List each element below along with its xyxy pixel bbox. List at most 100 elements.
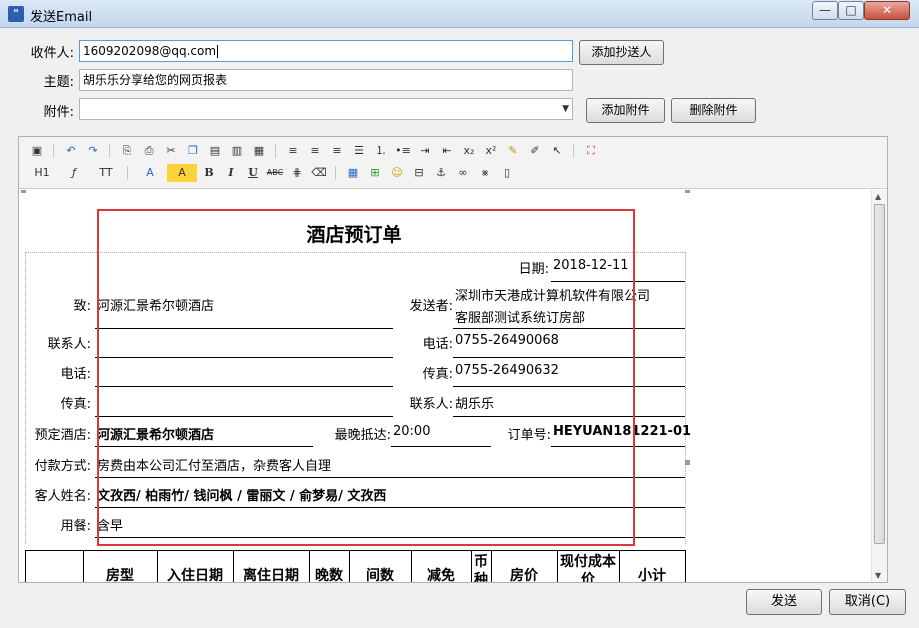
phone-label: 电话:: [60, 367, 91, 382]
to-input-value: 1609202098@qq.com: [83, 44, 217, 58]
title-bar: " 发送Email — □ ✕: [0, 0, 919, 28]
link-icon[interactable]: ∞: [453, 164, 473, 182]
cancel-button[interactable]: 取消(C): [829, 589, 906, 615]
remove-attachment-button[interactable]: 删除附件: [671, 98, 756, 123]
ordered-list-icon[interactable]: ⒈: [371, 142, 391, 160]
strikethrough-button[interactable]: ABC: [265, 164, 285, 182]
table-header-cell: 现付成本价: [560, 554, 616, 582]
font-size-dropdown[interactable]: TT: [91, 164, 121, 182]
underline-button[interactable]: U: [243, 164, 263, 182]
table-header-cell: 小计: [638, 568, 666, 582]
undo-icon[interactable]: ↶: [61, 142, 81, 160]
table-border: [685, 550, 686, 582]
font-family-dropdown[interactable]: ƒ: [59, 164, 89, 182]
align-left-icon[interactable]: ≡: [283, 142, 303, 160]
table-header-cell: 房型: [106, 568, 134, 582]
meal-label: 用餐:: [60, 519, 91, 534]
guide-line: [685, 252, 686, 544]
insert-table-icon[interactable]: ▦: [343, 164, 363, 182]
clear-format-icon[interactable]: ✎: [503, 142, 523, 160]
add-cc-button[interactable]: 添加抄送人: [579, 40, 664, 65]
send-button[interactable]: 发送: [746, 589, 822, 615]
toolbar-separator: [127, 166, 133, 180]
toolbar-separator: [109, 144, 115, 158]
to-label: 收件人:: [30, 46, 74, 61]
insert-image-icon[interactable]: ▣: [27, 142, 47, 160]
paste-text-icon[interactable]: ▥: [227, 142, 247, 160]
scrollbar-thumb[interactable]: [874, 204, 885, 544]
table-header-cell: 房价: [510, 568, 538, 582]
page-break-icon[interactable]: ⊟: [409, 164, 429, 182]
insert-row-icon[interactable]: ⊞: [365, 164, 385, 182]
fullscreen-icon[interactable]: ⛶: [581, 142, 601, 160]
table-header-cell: 间数: [366, 568, 394, 582]
app-icon: ": [8, 6, 24, 22]
justify-icon[interactable]: ☰: [349, 142, 369, 160]
select-icon[interactable]: ↖: [547, 142, 567, 160]
table-header-cell: 晚数: [315, 568, 343, 582]
resize-handle[interactable]: [21, 190, 26, 193]
editor-toolbar: ▣ ↶ ↷ ⎘ ⎙ ✂ ❐ ▤ ▥ ▦ ≡ ≡ ≡ ☰ ⒈ •≡ ⇥ ⇤ x₂ …: [19, 137, 887, 189]
to-input[interactable]: 1609202098@qq.com: [79, 40, 573, 62]
table-header-cell: 币种: [474, 554, 488, 582]
editor-content[interactable]: 酒店预订单 日期: 2018-12-11 致: 河源汇景希尔顿酒店 发送者: 深…: [19, 190, 871, 582]
font-color-dropdown[interactable]: A: [135, 164, 165, 182]
toolbar-separator: [573, 144, 579, 158]
table-header-cell: 离住日期: [243, 568, 299, 582]
align-right-icon[interactable]: ≡: [327, 142, 347, 160]
close-button[interactable]: ✕: [864, 1, 910, 20]
toolbar-separator: [335, 166, 341, 180]
redo-icon[interactable]: ↷: [83, 142, 103, 160]
heading-dropdown[interactable]: H1: [27, 164, 57, 182]
paste-word-icon[interactable]: ▦: [249, 142, 269, 160]
emoticon-icon[interactable]: ☺: [387, 164, 407, 182]
to-label: 致:: [73, 299, 91, 314]
window-title: 发送Email: [30, 10, 93, 25]
eraser-icon[interactable]: ⌫: [309, 164, 329, 182]
print-icon[interactable]: ⎙: [139, 142, 159, 160]
scroll-up-icon[interactable]: ▲: [875, 192, 881, 201]
minimize-button[interactable]: —: [812, 1, 838, 20]
highlight-color-dropdown[interactable]: A: [167, 164, 197, 182]
subscript-icon[interactable]: x₂: [459, 142, 479, 160]
select-all-icon[interactable]: ✐: [525, 142, 545, 160]
anchor-icon[interactable]: ⚓: [431, 164, 451, 182]
superscript-icon[interactable]: x²: [481, 142, 501, 160]
contact-label: 联系人:: [47, 337, 91, 352]
attachment-select[interactable]: ▼: [79, 98, 573, 120]
table-border: [25, 550, 26, 582]
hotel-label: 预定酒店:: [34, 428, 91, 443]
indent-icon[interactable]: ⇥: [415, 142, 435, 160]
rich-text-editor[interactable]: ▣ ↶ ↷ ⎘ ⎙ ✂ ❐ ▤ ▥ ▦ ≡ ≡ ≡ ☰ ⒈ •≡ ⇥ ⇤ x₂ …: [18, 136, 888, 583]
subject-label: 主题:: [43, 75, 74, 90]
table-border: [557, 550, 558, 582]
outdent-icon[interactable]: ⇤: [437, 142, 457, 160]
unordered-list-icon[interactable]: •≡: [393, 142, 413, 160]
vertical-scrollbar[interactable]: ▲ ▼: [871, 190, 887, 582]
attachment-label: 附件:: [43, 105, 74, 120]
preview-icon[interactable]: ⎘: [117, 142, 137, 160]
table-header-cell: 减免: [427, 568, 455, 582]
unlink-icon[interactable]: ⨳: [475, 164, 495, 182]
toolbar-separator: [275, 144, 281, 158]
table-header-cell: 入住日期: [167, 568, 223, 582]
maximize-button[interactable]: □: [838, 1, 864, 20]
table-grid-icon[interactable]: ⋕: [287, 164, 307, 182]
payment-label: 付款方式:: [34, 459, 91, 474]
scroll-down-icon[interactable]: ▼: [875, 571, 881, 580]
highlight-box: [97, 209, 635, 546]
chevron-down-icon: ▼: [562, 104, 569, 114]
bold-button[interactable]: B: [199, 164, 219, 182]
guest-label: 客人姓名:: [34, 489, 91, 504]
cut-icon[interactable]: ✂: [161, 142, 181, 160]
italic-button[interactable]: I: [221, 164, 241, 182]
paste-icon[interactable]: ▤: [205, 142, 225, 160]
add-attachment-button[interactable]: 添加附件: [586, 98, 665, 123]
copy-icon[interactable]: ❐: [183, 142, 203, 160]
align-center-icon[interactable]: ≡: [305, 142, 325, 160]
subject-input[interactable]: 胡乐乐分享给您的网页报表: [79, 69, 573, 91]
source-code-icon[interactable]: ▯: [497, 164, 517, 182]
table-border: [25, 550, 685, 551]
resize-handle[interactable]: [685, 190, 690, 193]
text-caret: [217, 45, 219, 58]
